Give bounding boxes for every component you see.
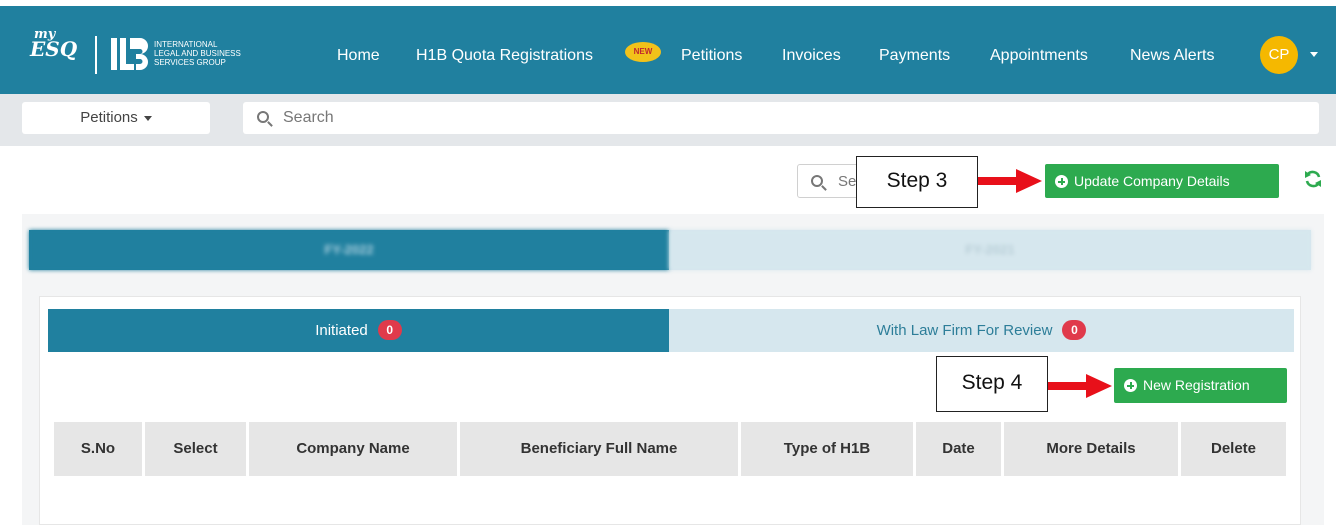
column-header-beneficiary-full-name[interactable]: Beneficiary Full Name: [460, 422, 738, 476]
tab-law-firm-review-label: With Law Firm For Review: [876, 322, 1053, 339]
global-search-input[interactable]: [283, 102, 1303, 134]
myesq-logo[interactable]: my ESQ: [30, 28, 77, 59]
step-4-arrow-icon: [1048, 374, 1112, 398]
nav-h1b-quota-registrations[interactable]: H1B Quota Registrations: [416, 47, 593, 65]
logo-esq-text: ESQ: [30, 37, 78, 61]
search-icon: [257, 111, 269, 123]
column-header-delete[interactable]: Delete: [1181, 422, 1286, 476]
update-company-details-button[interactable]: Update Company Details: [1045, 164, 1279, 198]
registration-search-text: Se: [838, 173, 857, 190]
step-3-arrow-icon: [978, 169, 1042, 193]
nav-petitions[interactable]: Petitions: [681, 47, 742, 65]
nav-news-alerts[interactable]: News Alerts: [1130, 47, 1214, 65]
search-icon: [811, 175, 823, 187]
registrations-table-header: S.No Select Company Name Beneficiary Ful…: [54, 422, 1286, 476]
new-badge: NEW: [625, 42, 661, 62]
refresh-icon[interactable]: [1303, 169, 1323, 189]
column-header-more-details[interactable]: More Details: [1004, 422, 1178, 476]
top-navigation-bar: my ESQ INTERNATIONAL LEGAL AND BUSINESS …: [0, 6, 1336, 94]
new-registration-label: New Registration: [1143, 377, 1250, 393]
plus-circle-icon: [1055, 175, 1068, 188]
global-search-box[interactable]: [243, 102, 1319, 134]
column-header-sno[interactable]: S.No: [54, 422, 142, 476]
nav-payments[interactable]: Payments: [879, 47, 950, 65]
tab-initiated[interactable]: Initiated 0: [48, 309, 669, 352]
company-name-line-3: SERVICES GROUP: [154, 58, 226, 67]
column-header-select[interactable]: Select: [145, 422, 246, 476]
step-3-callout: Step 3: [856, 156, 978, 208]
logo-divider: [95, 36, 97, 74]
user-avatar[interactable]: CP: [1260, 36, 1298, 74]
nav-invoices[interactable]: Invoices: [782, 47, 841, 65]
nav-appointments[interactable]: Appointments: [990, 47, 1088, 65]
tab-fy-2022[interactable]: FY-2022: [29, 230, 669, 270]
tab-initiated-label: Initiated: [315, 322, 368, 339]
step-4-callout: Step 4: [936, 356, 1048, 412]
column-header-company-name[interactable]: Company Name: [249, 422, 457, 476]
tab-with-law-firm-for-review[interactable]: With Law Firm For Review 0: [669, 309, 1294, 352]
update-company-details-label: Update Company Details: [1074, 173, 1230, 189]
caret-down-icon: [143, 115, 152, 121]
company-name-line-1: INTERNATIONAL: [154, 40, 218, 49]
module-select-label: Petitions: [80, 109, 138, 126]
chevron-down-icon[interactable]: [1310, 52, 1318, 57]
search-bar-row: Petitions: [0, 94, 1336, 146]
ilb-logo-icon: [111, 38, 148, 70]
module-select-dropdown[interactable]: Petitions: [22, 102, 210, 134]
column-header-date[interactable]: Date: [916, 422, 1001, 476]
review-count-badge: 0: [1062, 320, 1087, 340]
column-header-type-of-h1b[interactable]: Type of H1B: [741, 422, 913, 476]
plus-circle-icon: [1124, 379, 1137, 392]
new-registration-button[interactable]: New Registration: [1114, 368, 1287, 403]
company-name-text: INTERNATIONAL LEGAL AND BUSINESS SERVICE…: [154, 40, 241, 67]
initiated-count-badge: 0: [377, 320, 402, 340]
nav-home[interactable]: Home: [337, 47, 380, 65]
company-name-line-2: LEGAL AND BUSINESS: [154, 49, 241, 58]
tab-fy-2021[interactable]: FY-2021: [669, 230, 1311, 270]
